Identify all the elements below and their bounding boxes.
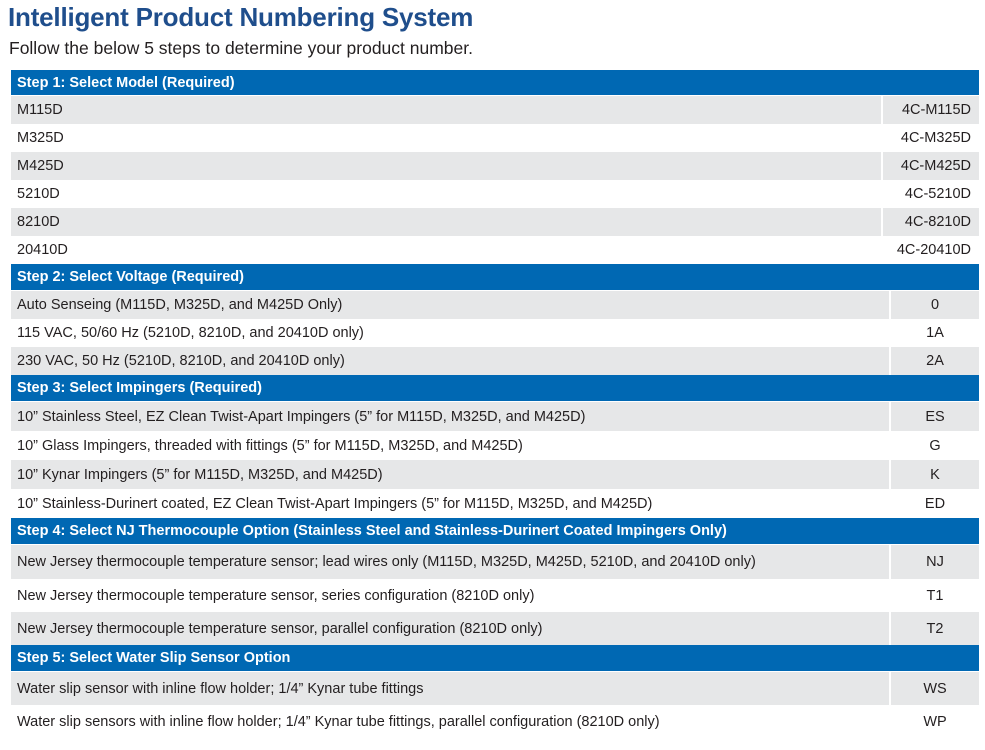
row-description: New Jersey thermocouple temperature sens… [11,579,889,612]
table-row: 5210D 4C-5210D [11,180,979,208]
row-code: ED [889,489,979,518]
table-row: 20410D 4C-20410D [11,236,979,264]
row-code: 4C-M425D [881,152,979,180]
step-2-label: Step 2: Select Voltage (Required) [17,269,244,285]
row-description: 10” Stainless Steel, EZ Clean Twist-Apar… [11,402,889,431]
row-code: 2A [889,347,979,375]
row-description: 115 VAC, 50/60 Hz (5210D, 8210D, and 204… [11,319,889,347]
table-row: 10” Glass Impingers, threaded with fitti… [11,431,979,460]
table-row: New Jersey thermocouple temperature sens… [11,612,979,645]
row-code: G [889,431,979,460]
page-title: Intelligent Product Numbering System [8,2,474,32]
row-code: 4C-20410D [881,236,979,264]
row-description: 10” Kynar Impingers (5” for M115D, M325D… [11,460,889,489]
table-row: M115D 4C-M115D [11,96,979,124]
table-row: New Jersey thermocouple temperature sens… [11,579,979,612]
step-1-header: Step 1: Select Model (Required) [11,70,979,96]
row-description: 10” Glass Impingers, threaded with fitti… [11,431,889,460]
table-row: M425D 4C-M425D [11,152,979,180]
step-4-label: Step 4: Select NJ Thermocouple Option (S… [17,523,727,539]
table-row: M325D 4C-M325D [11,124,979,152]
row-code: 4C-8210D [881,208,979,236]
table-row: 8210D 4C-8210D [11,208,979,236]
page-subtitle: Follow the below 5 steps to determine yo… [9,38,473,58]
table-row: New Jersey thermocouple temperature sens… [11,545,979,579]
row-code: 0 [889,291,979,319]
row-description: Auto Senseing (M115D, M325D, and M425D O… [11,291,889,319]
step-3-label: Step 3: Select Impingers (Required) [17,380,262,396]
row-description: M425D [11,152,881,180]
table-row: Water slip sensors with inline flow hold… [11,705,979,738]
row-description: M115D [11,96,881,124]
step-5-header: Step 5: Select Water Slip Sensor Option [11,645,979,672]
row-code: 1A [889,319,979,347]
row-code: 4C-M325D [881,124,979,152]
row-code: T1 [889,579,979,612]
row-description: 10” Stainless-Durinert coated, EZ Clean … [11,489,889,518]
row-description: Water slip sensor with inline flow holde… [11,672,889,705]
table-row: 10” Stainless-Durinert coated, EZ Clean … [11,489,979,518]
step-5-label: Step 5: Select Water Slip Sensor Option [17,650,291,666]
row-code: NJ [889,545,979,579]
step-2-header: Step 2: Select Voltage (Required) [11,264,979,291]
row-code: ES [889,402,979,431]
table-row: 10” Stainless Steel, EZ Clean Twist-Apar… [11,402,979,431]
row-description: New Jersey thermocouple temperature sens… [11,612,889,645]
row-description: Water slip sensors with inline flow hold… [11,705,889,738]
row-code: WP [889,705,979,738]
table-row: 115 VAC, 50/60 Hz (5210D, 8210D, and 204… [11,319,979,347]
row-description: 5210D [11,180,881,208]
row-code: WS [889,672,979,705]
table-row: Water slip sensor with inline flow holde… [11,672,979,705]
table-row: 10” Kynar Impingers (5” for M115D, M325D… [11,460,979,489]
numbering-table: Step 1: Select Model (Required) M115D 4C… [11,70,979,738]
table-row: 230 VAC, 50 Hz (5210D, 8210D, and 20410D… [11,347,979,375]
row-description: M325D [11,124,881,152]
row-code: 4C-M115D [881,96,979,124]
row-description: 230 VAC, 50 Hz (5210D, 8210D, and 20410D… [11,347,889,375]
row-description: 8210D [11,208,881,236]
step-3-header: Step 3: Select Impingers (Required) [11,375,979,402]
row-code: T2 [889,612,979,645]
row-code: K [889,460,979,489]
row-code: 4C-5210D [881,180,979,208]
step-1-label: Step 1: Select Model (Required) [17,74,235,91]
row-description: New Jersey thermocouple temperature sens… [11,545,889,579]
row-description: 20410D [11,236,881,264]
step-4-header: Step 4: Select NJ Thermocouple Option (S… [11,518,979,545]
table-row: Auto Senseing (M115D, M325D, and M425D O… [11,291,979,319]
